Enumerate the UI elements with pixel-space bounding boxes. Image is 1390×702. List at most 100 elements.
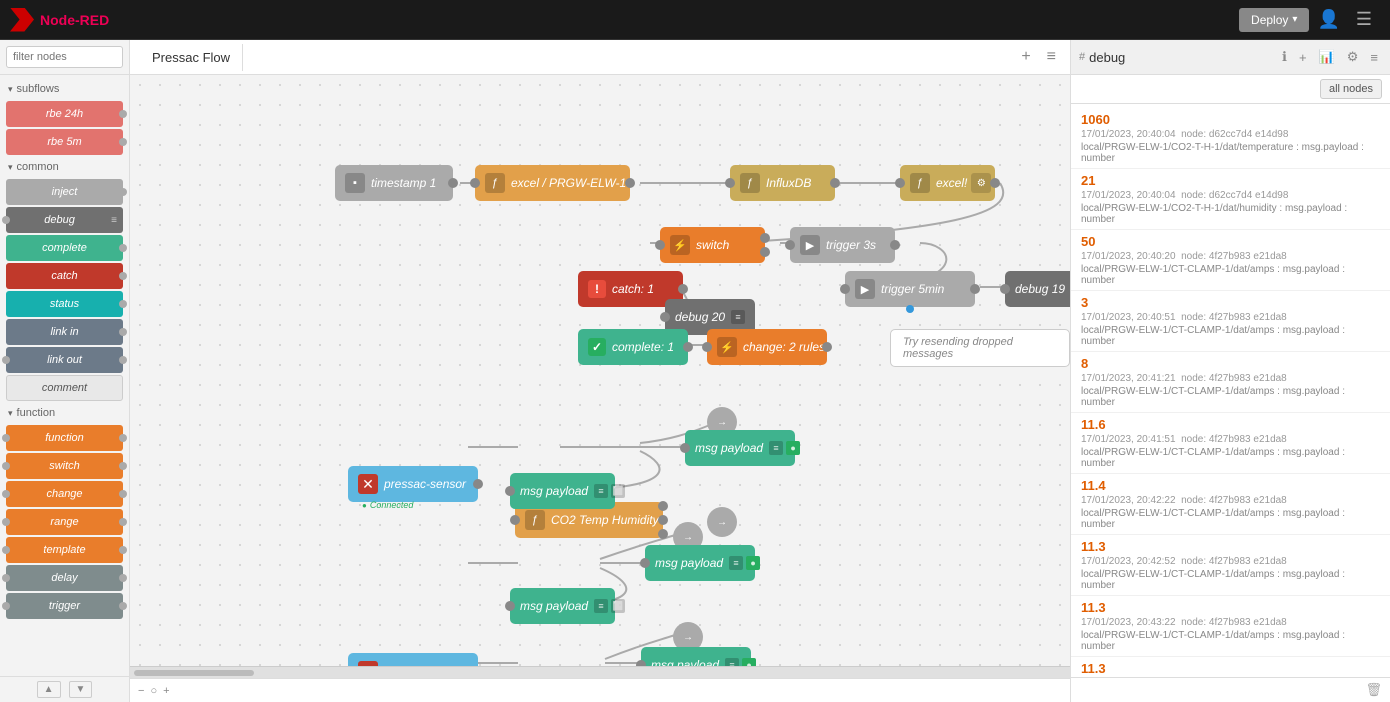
sidebar-node-linkout[interactable]: link out xyxy=(6,347,123,373)
flow-node-change[interactable]: ⚡ change: 2 rules xyxy=(707,329,827,365)
debug-path: local/PRGW-ELW-1/CT-CLAMP-1/dat/amps : m… xyxy=(1081,508,1380,530)
horizontal-scrollbar[interactable] xyxy=(130,666,1070,678)
flow-node-msgpayload-ct[interactable]: msg payload ≡ ● xyxy=(645,545,755,581)
port-right-icon xyxy=(119,518,127,526)
msg-btn-strip: ≡ ⬜ xyxy=(594,599,625,613)
node-label: rbe 24h xyxy=(12,108,117,120)
flow-node-debug19[interactable]: debug 19 ≡ ● xyxy=(1005,271,1070,307)
node-label: InfluxDB xyxy=(766,176,811,190)
port-right-icon xyxy=(119,272,127,280)
flow-node-trigger5min[interactable]: ▶ trigger 5min xyxy=(845,271,975,307)
sidebar-node-template[interactable]: template xyxy=(6,537,123,563)
debug-toolbar: all nodes xyxy=(1071,75,1390,104)
flow-node-excel-prgw[interactable]: ƒ excel / PRGW-ELW-1 xyxy=(475,165,630,201)
sidebar-section-function[interactable]: ▾ function xyxy=(0,403,129,423)
port-dot xyxy=(760,233,770,243)
debug-menu-icon: ≡ xyxy=(111,215,117,226)
node-label: msg payload xyxy=(655,556,723,570)
circle-icon: ● xyxy=(742,658,756,666)
sidebar-node-change[interactable]: change xyxy=(6,481,123,507)
sidebar-node-trigger[interactable]: trigger xyxy=(6,593,123,619)
scroll-up-button[interactable]: ▲ xyxy=(37,681,61,698)
sidebar-node-function[interactable]: function xyxy=(6,425,123,451)
sidebar-node-range[interactable]: range xyxy=(6,509,123,535)
flow-node-comment-resend[interactable]: Try resending dropped messages xyxy=(890,329,1070,367)
flow-node-switch[interactable]: ⚡ switch xyxy=(660,227,765,263)
sidebar-node-rbe5m[interactable]: rbe 5m xyxy=(6,129,123,155)
add-flow-button[interactable]: + xyxy=(1017,48,1034,66)
flow-canvas[interactable]: ▪ timestamp 1 ƒ excel / PRGW-ELW-1 ƒ Inf… xyxy=(130,75,1070,666)
flow-menu-button[interactable]: ≡ xyxy=(1043,48,1060,66)
port-right-icon xyxy=(119,574,127,582)
node-icon: ƒ xyxy=(485,173,505,193)
canvas-tab-label[interactable]: Pressac Flow xyxy=(140,44,243,71)
debug-value: 11.3 xyxy=(1081,661,1380,676)
debug-meta: 17/01/2023, 20:42:52 node: 4f27b983 e21d… xyxy=(1081,554,1380,569)
chevron-down-icon: ▾ xyxy=(8,408,13,419)
debug-chart-button[interactable]: 📊 xyxy=(1315,47,1339,67)
sidebar-node-delay[interactable]: delay xyxy=(6,565,123,591)
node-icon: ƒ xyxy=(740,173,760,193)
port-right-icon xyxy=(119,546,127,554)
zoom-out-button[interactable]: − xyxy=(138,685,144,697)
node-label: trigger xyxy=(12,600,117,612)
debug-meta: 17/01/2023, 20:43:22 node: 4f27b983 e21d… xyxy=(1081,615,1380,630)
port-left-icon xyxy=(2,434,10,442)
flow-node-influxdb[interactable]: ƒ InfluxDB xyxy=(730,165,835,201)
sidebar-node-inject[interactable]: inject xyxy=(6,179,123,205)
sidebar-section-subflows[interactable]: ▾ subflows xyxy=(0,79,129,99)
node-label: msg payload xyxy=(520,484,588,498)
debug-value: 3 xyxy=(1081,295,1380,310)
deploy-button[interactable]: Deploy ▾ xyxy=(1239,8,1309,32)
flow-node-msgpayload-co2-b[interactable]: msg payload ≡ ⬜ xyxy=(510,473,615,509)
port-dot xyxy=(658,501,668,511)
search-input[interactable] xyxy=(6,46,123,68)
flow-node-pressac-co2[interactable]: ✕ pressac-sensor Connected xyxy=(348,466,478,502)
debug-path: local/PRGW-ELW-1/CT-CLAMP-1/dat/amps : m… xyxy=(1081,447,1380,469)
node-label: pressac-sensor xyxy=(384,477,466,491)
all-nodes-filter-button[interactable]: all nodes xyxy=(1320,79,1382,99)
debug-list-button[interactable]: ≡ xyxy=(1366,48,1382,67)
msg-btn-strip: ≡ ● xyxy=(725,658,756,666)
flow-node-link-port-2[interactable]: → xyxy=(707,507,737,537)
flow-node-msgpayload-ct-b[interactable]: msg payload ≡ ⬜ xyxy=(510,588,615,624)
node-label: excel! xyxy=(936,176,967,190)
sidebar-section-common[interactable]: ▾ common xyxy=(0,157,129,177)
hamburger-menu-button[interactable]: ☰ xyxy=(1348,9,1380,30)
node-label: trigger 5min xyxy=(881,282,944,296)
debug-info-button[interactable]: ℹ xyxy=(1278,47,1291,67)
circle-icon: ● xyxy=(746,556,760,570)
exclamation-icon: ! xyxy=(588,280,606,298)
debug-add-button[interactable]: + xyxy=(1295,48,1311,67)
flow-node-trigger3s[interactable]: ▶ trigger 3s xyxy=(790,227,895,263)
debug-value: 11.6 xyxy=(1081,417,1380,432)
flow-node-pressac-ct[interactable]: ✕ pressac-sensor Connected xyxy=(348,653,478,666)
sidebar-node-complete[interactable]: complete xyxy=(6,235,123,261)
sidebar-node-status[interactable]: status xyxy=(6,291,123,317)
debug-entry: 11.6 17/01/2023, 20:41:51 node: 4f27b983… xyxy=(1071,413,1390,474)
debug-footer: 🗑 xyxy=(1071,677,1390,702)
scroll-down-button[interactable]: ▼ xyxy=(69,681,93,698)
flow-node-msgpayload-co2[interactable]: msg payload ≡ ● xyxy=(685,430,795,466)
fit-button[interactable]: ○ xyxy=(150,685,157,697)
sidebar-node-comment[interactable]: comment xyxy=(6,375,123,401)
sidebar-node-catch[interactable]: catch xyxy=(6,263,123,289)
sidebar-node-debug[interactable]: debug ≡ xyxy=(6,207,123,233)
flow-node-excel[interactable]: ƒ excel! ⚙ xyxy=(900,165,995,201)
sidebar-node-rbe24h[interactable]: rbe 24h xyxy=(6,101,123,127)
debug-entry: 11.3 17/01/2023, 20:42:52 node: 4f27b983… xyxy=(1071,535,1390,596)
flow-node-timestamp[interactable]: ▪ timestamp 1 xyxy=(335,165,453,201)
node-icon: ▶ xyxy=(800,235,820,255)
debug-clear-button[interactable]: 🗑 xyxy=(1365,682,1382,698)
user-icon-button[interactable]: 👤 xyxy=(1309,9,1347,30)
canvas-header: Pressac Flow + ≡ xyxy=(130,40,1070,75)
debug-settings-button[interactable]: ⚙ xyxy=(1343,47,1363,67)
sidebar-node-linkin[interactable]: link in xyxy=(6,319,123,345)
flow-node-complete1[interactable]: ✓ complete: 1 xyxy=(578,329,688,365)
sidebar-node-switch[interactable]: switch xyxy=(6,453,123,479)
flow-node-msgpayload-dry[interactable]: msg payload ≡ ● xyxy=(641,647,751,666)
zoom-in-button[interactable]: + xyxy=(163,685,169,697)
node-label: debug xyxy=(12,214,107,226)
node-label: excel / PRGW-ELW-1 xyxy=(511,176,626,190)
node-label: complete xyxy=(12,242,117,254)
